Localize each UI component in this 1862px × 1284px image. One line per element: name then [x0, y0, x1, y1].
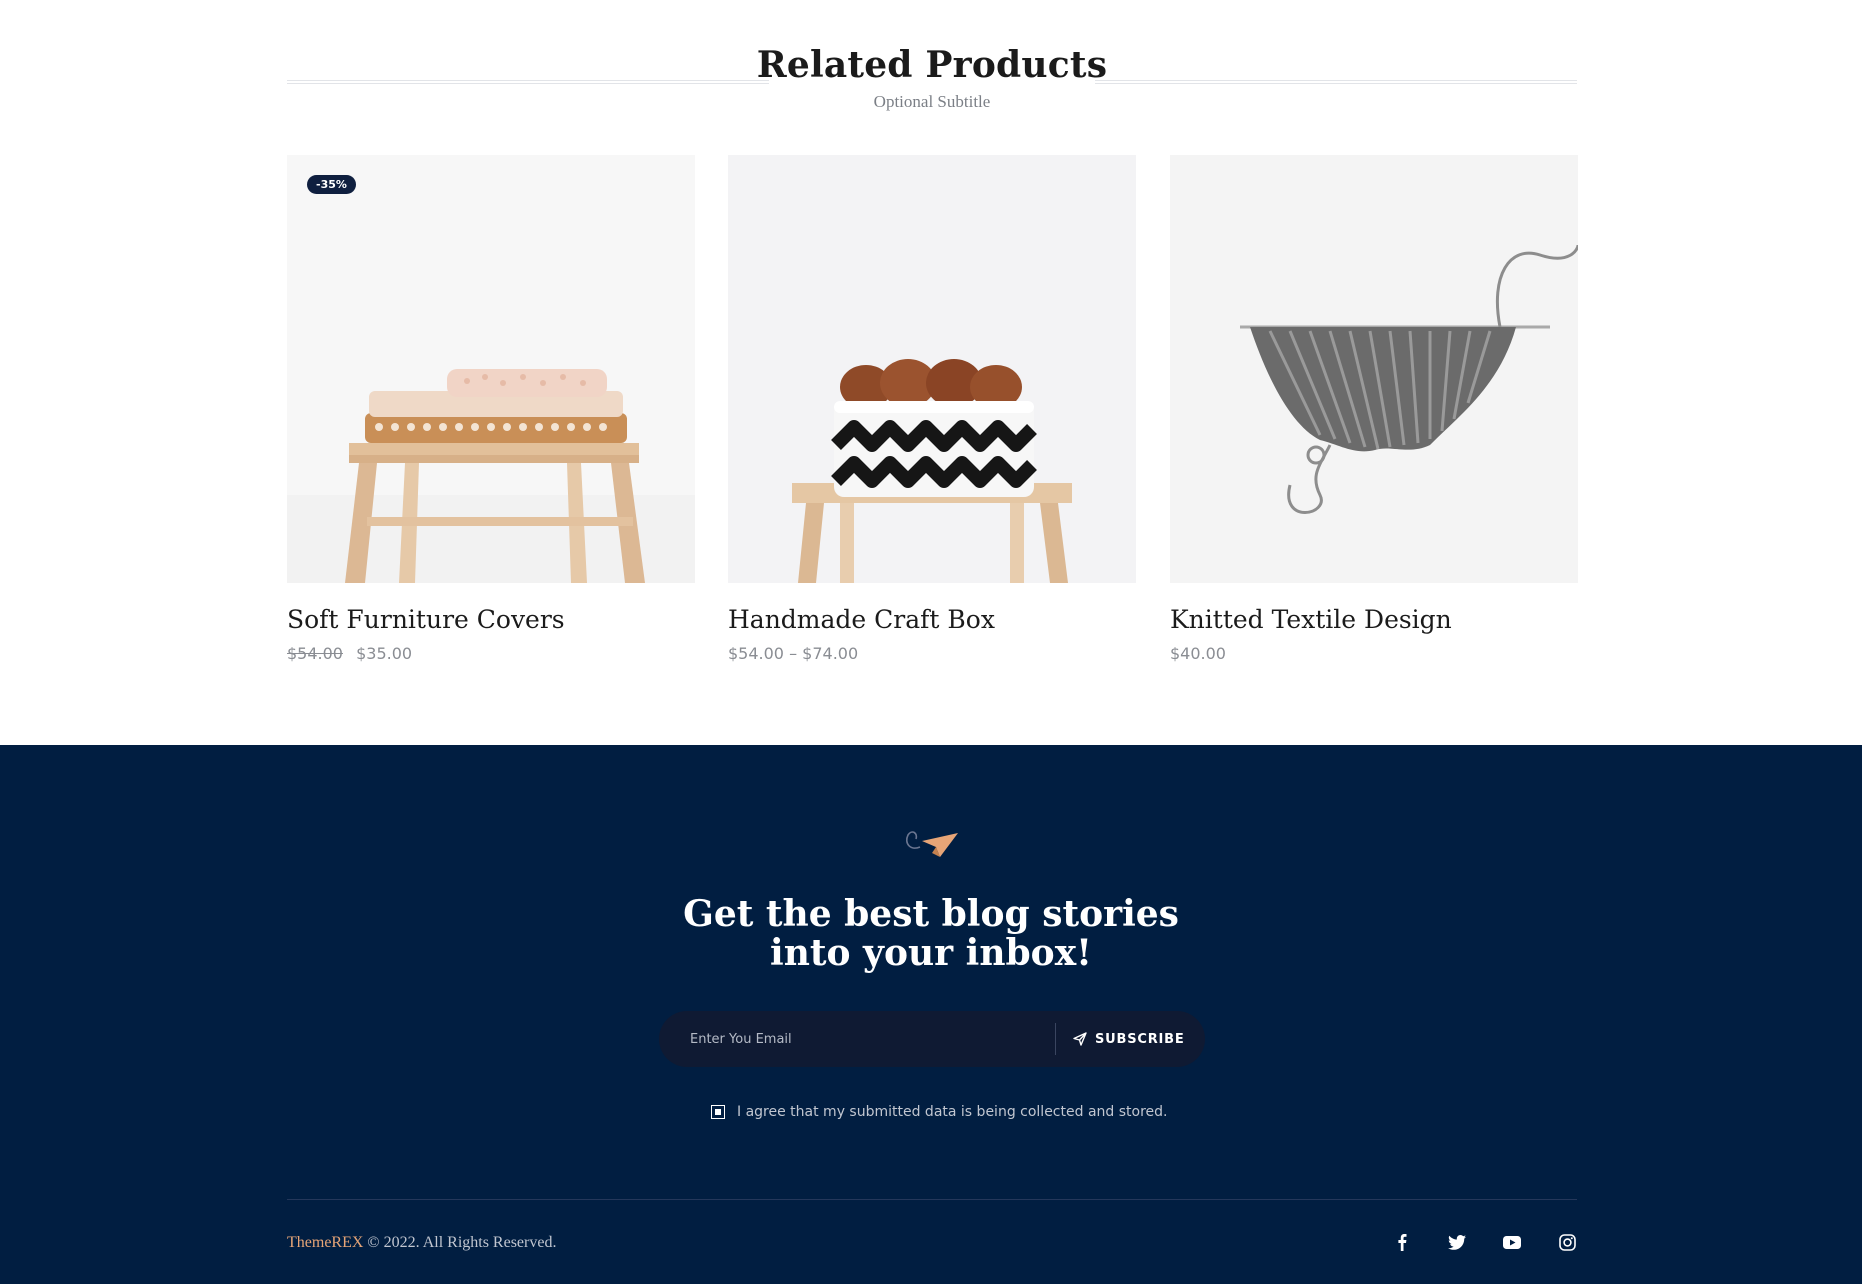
product-card: Knitted Textile Design $40.00: [1170, 155, 1578, 663]
newsletter-title: Get the best blog stories into your inbo…: [531, 895, 1331, 973]
product-title[interactable]: Handmade Craft Box: [728, 605, 1136, 634]
consent-text: I agree that my submitted data is being …: [737, 1104, 1168, 1120]
send-icon: [1073, 1032, 1087, 1046]
consent-checkbox[interactable]: [711, 1105, 725, 1119]
product-image-link[interactable]: [1170, 155, 1578, 583]
copyright: ThemeREX © 2022. All Rights Reserved.: [287, 1234, 556, 1252]
product-card: -35% Soft Furniture Covers $54.00 $35.00: [287, 155, 695, 663]
newsletter-title-line1: Get the best blog stories: [683, 893, 1179, 935]
twitter-icon[interactable]: [1447, 1232, 1467, 1252]
product-grid: -35% Soft Furniture Covers $54.00 $35.00: [287, 155, 1578, 675]
related-products-section: Related Products Optional Subtitle -35% …: [0, 0, 1862, 745]
social-links: [1392, 1232, 1577, 1252]
knitting-image: [1170, 155, 1578, 583]
section-header: Related Products Optional Subtitle: [287, 40, 1577, 120]
copyright-text: © 2022. All Rights Reserved.: [367, 1234, 557, 1251]
instagram-icon[interactable]: [1557, 1232, 1577, 1252]
youtube-icon[interactable]: [1502, 1232, 1522, 1252]
price-range: $54.00 – $74.00: [728, 644, 859, 663]
product-price: $54.00 $35.00: [287, 644, 695, 663]
subscribe-button[interactable]: SUBSCRIBE: [1073, 1011, 1185, 1067]
subscribe-label: SUBSCRIBE: [1095, 1031, 1185, 1047]
newsletter-footer: Get the best blog stories into your inbo…: [0, 745, 1862, 1284]
form-divider: [1055, 1023, 1056, 1055]
consent-row: I agree that my submitted data is being …: [711, 1104, 1167, 1120]
brand-link[interactable]: ThemeREX: [287, 1234, 363, 1251]
discount-badge: -35%: [307, 175, 356, 194]
product-image-link[interactable]: -35%: [287, 155, 695, 583]
product-image-link[interactable]: [728, 155, 1136, 583]
footer-divider: [287, 1199, 1577, 1200]
product-price: $40.00: [1170, 644, 1578, 663]
product-price: $54.00 – $74.00: [728, 644, 1136, 663]
email-input[interactable]: [659, 1011, 1054, 1067]
craft-basket-image: [728, 155, 1136, 583]
old-price: $54.00: [287, 644, 343, 663]
stool-with-blankets-image: [287, 155, 695, 583]
product-title[interactable]: Knitted Textile Design: [1170, 605, 1578, 634]
paper-plane-icon: [905, 831, 958, 857]
section-title: Related Products: [756, 44, 1108, 86]
price: $40.00: [1170, 644, 1226, 663]
section-subtitle: Optional Subtitle: [873, 92, 991, 111]
subscribe-form: SUBSCRIBE: [659, 1011, 1205, 1067]
newsletter-title-line2: into your inbox!: [770, 932, 1092, 974]
sale-price: $35.00: [356, 644, 413, 663]
product-card: Handmade Craft Box $54.00 – $74.00: [728, 155, 1136, 663]
product-title[interactable]: Soft Furniture Covers: [287, 605, 695, 634]
facebook-icon[interactable]: [1392, 1232, 1412, 1252]
checkbox-mark: [715, 1109, 721, 1115]
